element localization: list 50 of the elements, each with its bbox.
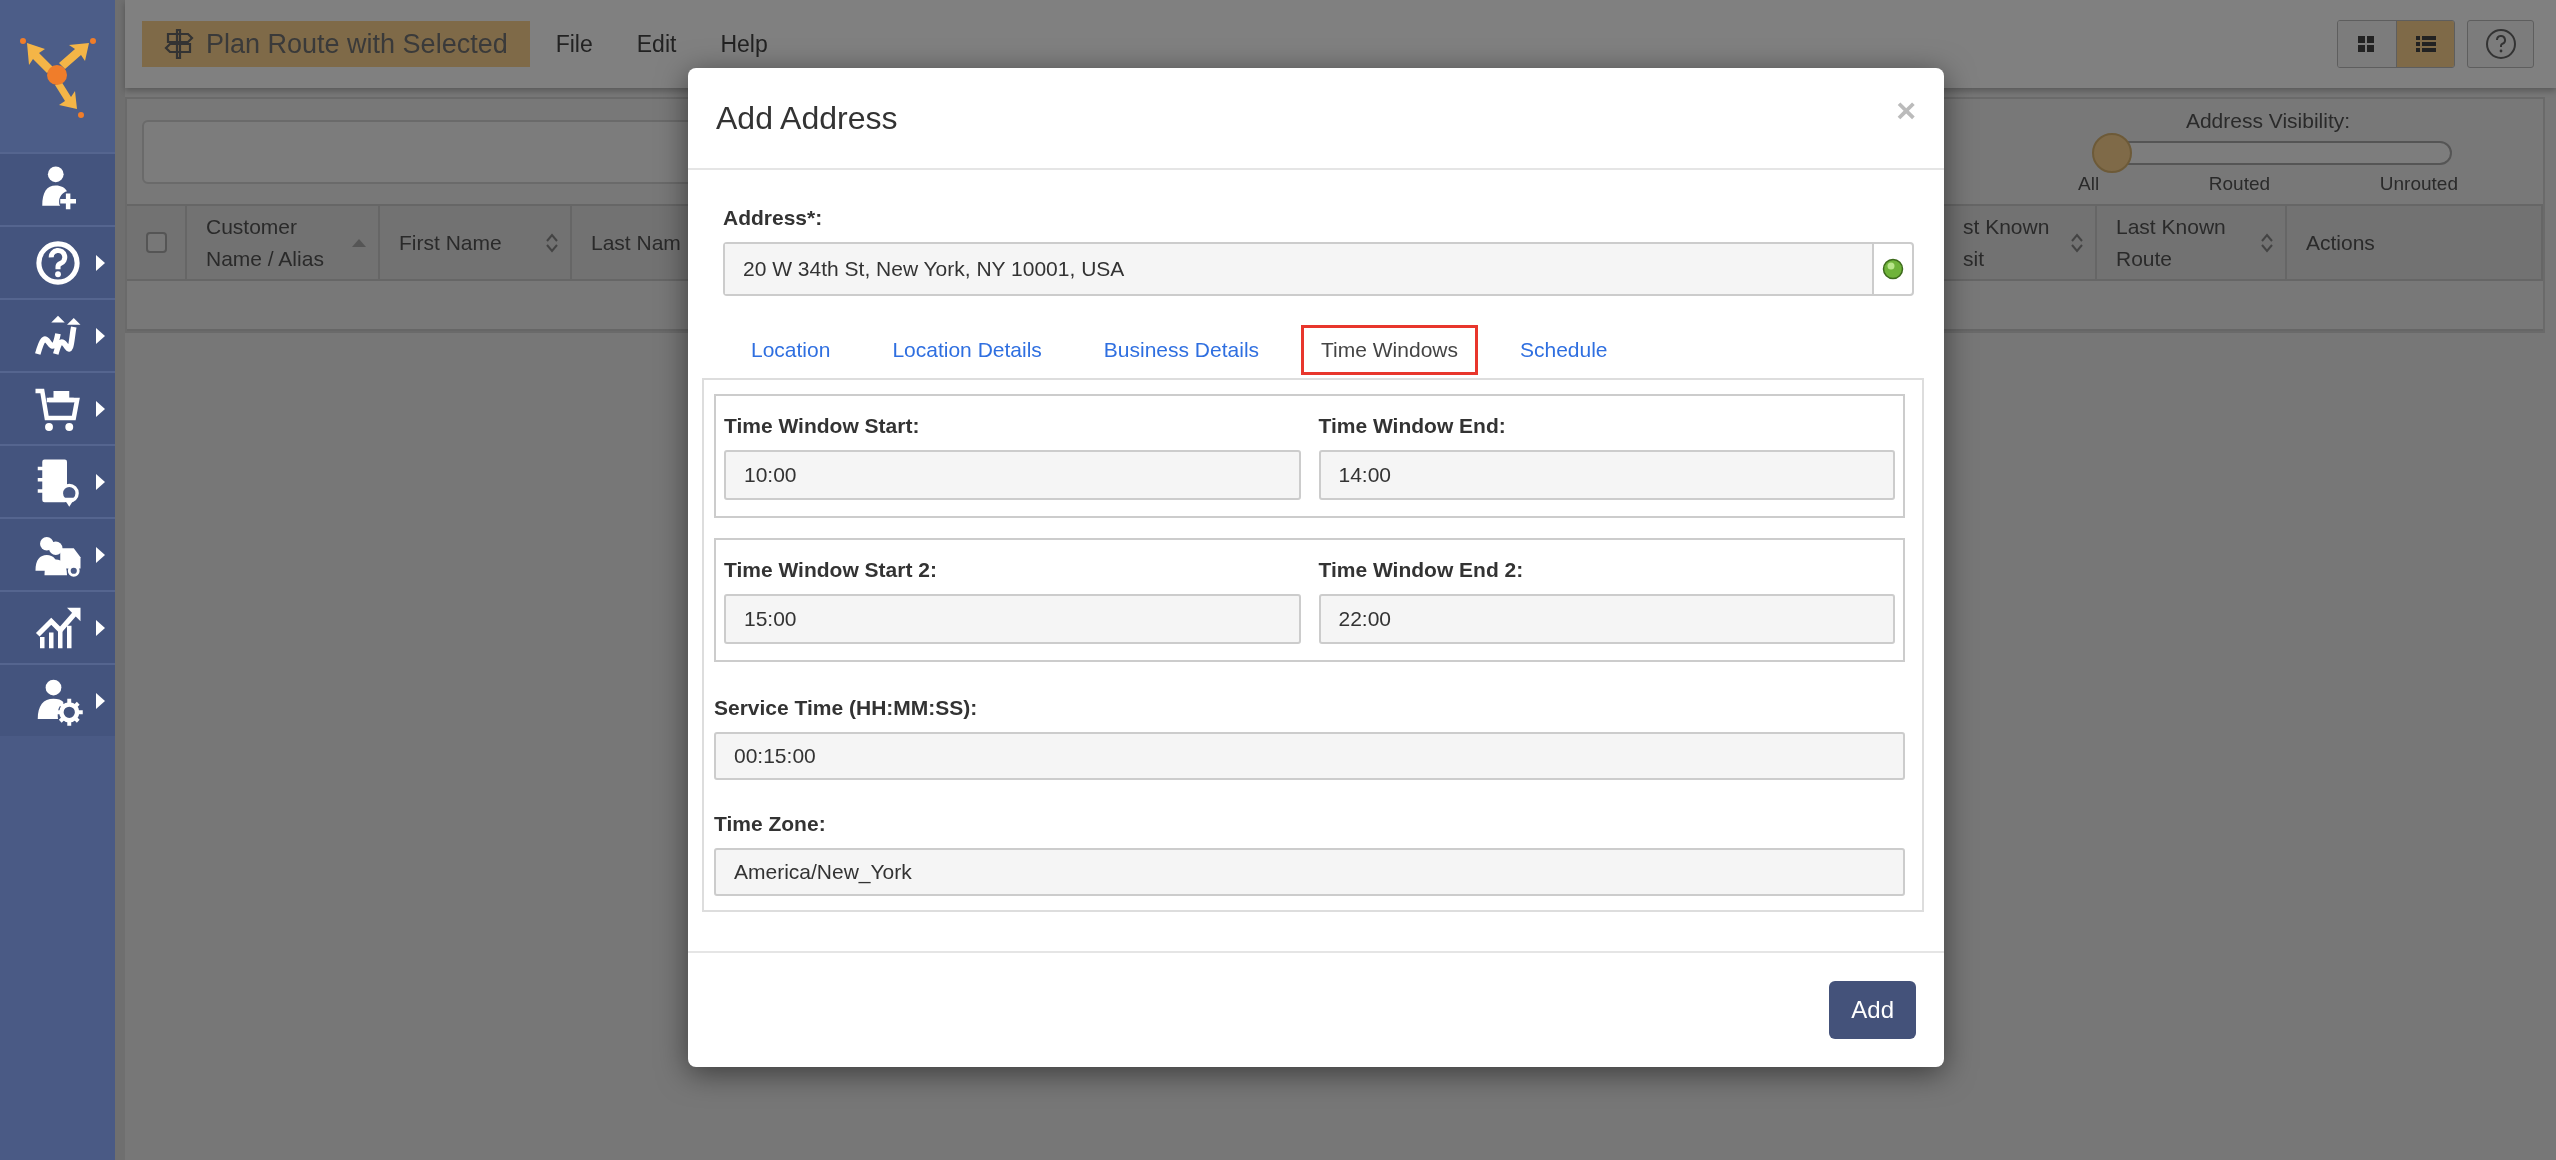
field-label: Time Window End 2: (1318, 558, 1525, 582)
column-header[interactable]: Actions (2306, 226, 2375, 259)
sidebar-item[interactable] (0, 444, 115, 517)
time-field[interactable]: 14:00 (1318, 450, 1895, 500)
slider-thumb[interactable] (2092, 132, 2132, 173)
slider-stop-label: Unrouted (2379, 172, 2458, 195)
field-label: Service Time (HH:MM:SS): (714, 696, 979, 720)
sidebar-item[interactable] (0, 298, 115, 371)
help-button[interactable] (2467, 20, 2534, 68)
menu-item[interactable]: Edit (636, 30, 677, 58)
column-header[interactable]: First Name (399, 226, 502, 259)
sidebar-item[interactable] (0, 152, 115, 225)
tab[interactable]: Location Details (872, 325, 1062, 375)
menu-item[interactable]: Help (720, 30, 768, 58)
field-label: Time Zone: (714, 812, 827, 836)
column-header[interactable]: Last Nam (591, 226, 681, 259)
column-header[interactable]: Customer Name / Alias (206, 210, 352, 275)
sidebar-item[interactable] (0, 225, 115, 298)
help-icon (2484, 28, 2517, 60)
column-header[interactable]: st Known sit (1963, 210, 2071, 275)
sidebar-item[interactable] (0, 590, 115, 663)
time-field[interactable]: 22:00 (1318, 594, 1895, 644)
select-all-checkbox[interactable] (145, 232, 167, 253)
sidebar-item[interactable] (0, 517, 115, 590)
field-label: Address*: (723, 206, 824, 230)
view-toggle-button[interactable] (2338, 21, 2396, 67)
field-label: Time Window Start 2: (724, 558, 938, 582)
text-field[interactable]: America/New_York (714, 848, 1905, 896)
tab[interactable]: Time Windows (1301, 325, 1478, 375)
slider-stop-label: Routed (2208, 172, 2271, 195)
tab[interactable]: Business Details (1083, 325, 1280, 375)
menu-item[interactable]: File (555, 30, 593, 58)
field-label: Time Window End: (1318, 414, 1507, 438)
tab[interactable]: Location (731, 325, 851, 375)
text-field[interactable]: 00:15:00 (714, 732, 1905, 780)
field-label: Time Window Start: (724, 414, 921, 438)
sidebar-item[interactable] (0, 663, 115, 736)
sidebar-item[interactable] (0, 371, 115, 444)
add-button[interactable]: Add (1829, 981, 1916, 1039)
visibility-slider[interactable] (2092, 132, 2452, 173)
list-view-icon (2413, 33, 2438, 55)
time-field[interactable]: 15:00 (724, 594, 1301, 644)
tab[interactable]: Schedule (1500, 325, 1628, 375)
time-field[interactable]: 10:00 (724, 450, 1301, 500)
signpost-icon (164, 28, 194, 60)
column-header[interactable]: Last Known Route (2116, 210, 2261, 275)
slider-stop-label: All (2078, 172, 2100, 195)
dialog-title: Add Address (716, 99, 898, 137)
slider-label: Address Visibility: (2185, 108, 2351, 133)
view-toggle-button[interactable] (2396, 21, 2454, 67)
